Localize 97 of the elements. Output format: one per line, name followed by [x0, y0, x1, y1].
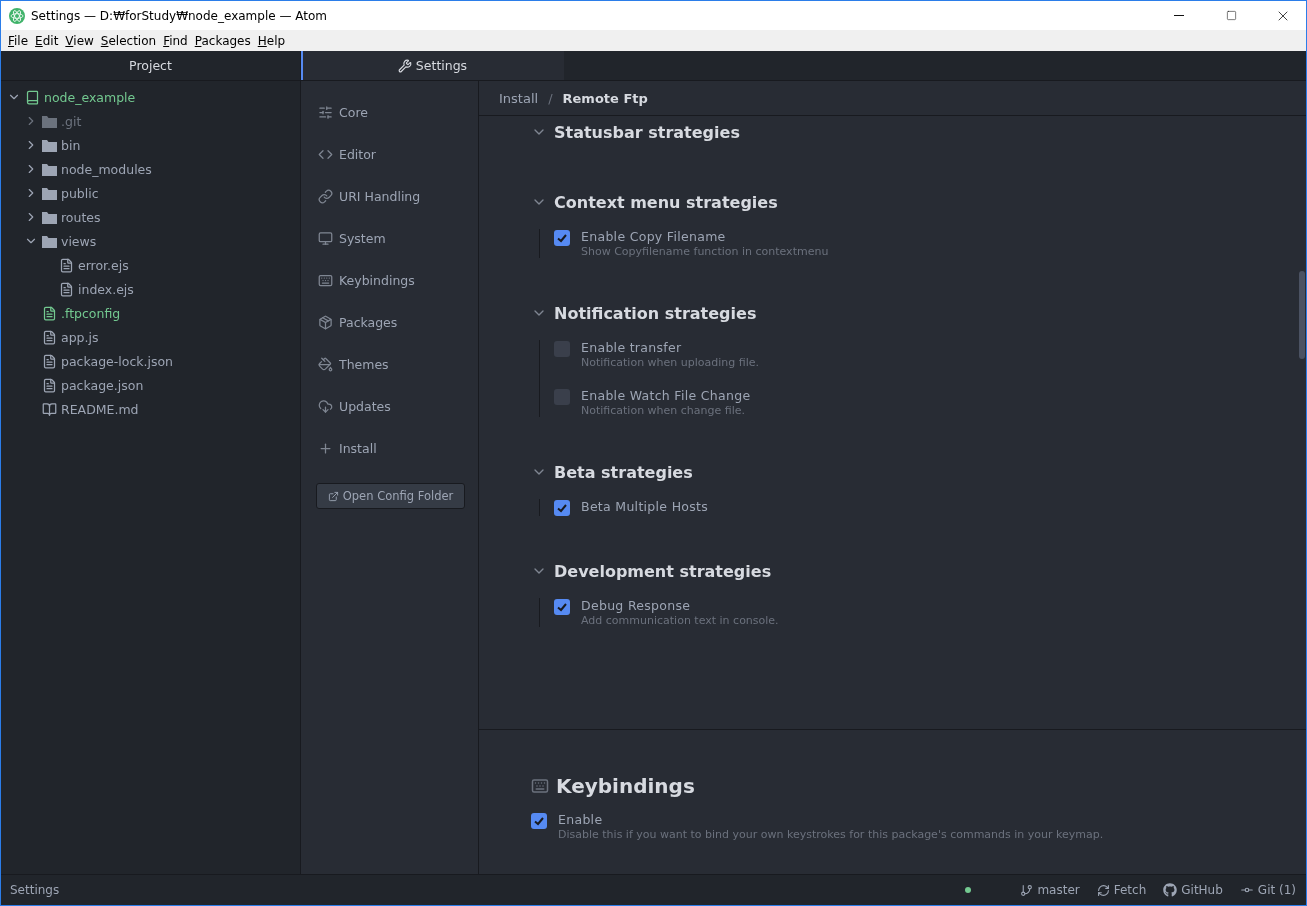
- menu-item[interactable]: Selection: [97, 33, 160, 48]
- option-label: Enable transfer: [581, 340, 683, 355]
- nav-item[interactable]: URI Handling: [339, 188, 421, 204]
- checkbox[interactable]: [554, 599, 570, 615]
- menu-item[interactable]: View: [62, 33, 97, 48]
- tree-item[interactable]: .git: [61, 113, 82, 129]
- link-icon: [318, 188, 333, 204]
- status-item[interactable]: Fetch: [1113, 883, 1147, 897]
- open-config-folder-button[interactable]: Open Config Folder: [316, 483, 465, 509]
- tree-item[interactable]: package.json: [61, 377, 144, 393]
- folder-icon: [42, 138, 57, 152]
- section-title: Development strategies: [554, 561, 772, 581]
- tree-item[interactable]: index.ejs: [78, 281, 134, 297]
- tree-item[interactable]: public: [61, 185, 99, 201]
- maximize-icon: [1225, 10, 1237, 21]
- section-title: Beta strategies: [554, 462, 693, 482]
- status-item[interactable]: Git (1): [1257, 883, 1296, 897]
- tree-item[interactable]: routes: [61, 209, 101, 225]
- nav-item[interactable]: Themes: [339, 356, 389, 372]
- section-title: Statusbar strategies: [554, 122, 740, 142]
- section-title: Context menu strategies: [554, 192, 778, 212]
- menu-item[interactable]: Help: [254, 33, 289, 48]
- refresh-icon: [1096, 883, 1110, 897]
- breadcrumb-separator: /: [548, 90, 553, 106]
- keyboard-icon: [318, 272, 333, 288]
- tree-item[interactable]: .ftpconfig: [61, 305, 121, 321]
- tree-item[interactable]: error.ejs: [78, 257, 129, 273]
- scrollbar-thumb[interactable]: [1299, 271, 1305, 359]
- folder-icon: [42, 162, 57, 176]
- monitor-icon: [318, 230, 333, 246]
- menu-item[interactable]: Edit: [32, 33, 62, 48]
- status-item[interactable]: GitHub: [1181, 883, 1223, 897]
- breadcrumb-item[interactable]: Install: [499, 90, 539, 106]
- tools-icon: [397, 58, 412, 73]
- book-icon: [25, 89, 40, 105]
- breadcrumb-item: Remote Ftp: [562, 90, 648, 106]
- book-icon: [42, 401, 57, 417]
- file-icon: [42, 305, 57, 321]
- plus-icon: [318, 440, 333, 456]
- tree-item[interactable]: views: [61, 233, 97, 249]
- status-item[interactable]: master: [1037, 883, 1080, 897]
- panel-title: Project: [1, 51, 300, 81]
- window-title: Settings — D:₩forStudy₩node_example — Atom: [31, 8, 328, 23]
- minimize-icon: [1174, 15, 1184, 16]
- menu-item[interactable]: File: [5, 33, 32, 48]
- nav-item[interactable]: Core: [339, 104, 368, 120]
- folder-icon: [42, 186, 57, 200]
- checkbox[interactable]: [554, 500, 570, 516]
- option-description: Notification when change file.: [581, 404, 747, 417]
- tree-item[interactable]: bin: [61, 137, 81, 153]
- settings-tab[interactable]: Settings: [301, 51, 564, 80]
- option-description: Add communication text in console.: [581, 614, 779, 627]
- file-icon: [59, 281, 74, 297]
- tree-item[interactable]: app.js: [61, 329, 99, 345]
- paint-bucket-icon: [318, 356, 333, 372]
- nav-item[interactable]: Editor: [339, 146, 376, 162]
- option-description: Disable this if you want to bind your own keystrokes for this package's commands in your keymap.: [558, 828, 1104, 841]
- tree-item[interactable]: node_example: [44, 89, 136, 105]
- option-label: Enable Watch File Change: [581, 388, 751, 403]
- option-label: Enable: [558, 812, 604, 827]
- keyboard-icon: [531, 777, 549, 795]
- section-title: Notification strategies: [554, 303, 757, 323]
- octocat-icon: [1163, 883, 1178, 897]
- nav-item[interactable]: Keybindings: [339, 272, 415, 288]
- folder-icon: [42, 234, 57, 248]
- folder-icon: [42, 210, 57, 224]
- cloud-download-icon: [318, 398, 333, 414]
- menu-item[interactable]: Packages: [191, 33, 254, 48]
- branch-icon: [1020, 883, 1034, 897]
- file-icon: [42, 377, 57, 393]
- nav-item[interactable]: Updates: [339, 398, 391, 414]
- checkbox[interactable]: [554, 230, 570, 246]
- section-title: Keybindings: [556, 774, 695, 798]
- nav-item[interactable]: Install: [339, 440, 377, 456]
- status-text: Settings: [10, 883, 61, 897]
- option-label: Enable Copy Filename: [581, 229, 727, 244]
- external-link-icon: [327, 490, 339, 502]
- file-icon: [59, 257, 74, 273]
- tree-item[interactable]: node_modules: [61, 161, 152, 177]
- nav-item[interactable]: System: [339, 230, 386, 246]
- file-icon: [42, 353, 57, 369]
- tab-label: Settings: [415, 58, 468, 73]
- checkbox[interactable]: [531, 813, 547, 829]
- option-description: Show Copyfilename function in contextmenu: [581, 245, 829, 258]
- folder-icon: [42, 114, 57, 128]
- option-label: Beta Multiple Hosts: [581, 499, 709, 514]
- option-description: Notification when uploading file.: [581, 356, 760, 369]
- tree-item[interactable]: README.md: [61, 401, 139, 417]
- status-dot: [965, 887, 972, 893]
- sliders-icon: [318, 104, 333, 120]
- menu-item[interactable]: Find: [160, 33, 191, 48]
- option-label: Debug Response: [581, 598, 692, 613]
- atom-logo-icon: [9, 7, 25, 24]
- file-icon: [42, 329, 57, 345]
- box-icon: [318, 314, 333, 330]
- tree-item[interactable]: package-lock.json: [61, 353, 174, 369]
- nav-item[interactable]: Packages: [339, 314, 398, 330]
